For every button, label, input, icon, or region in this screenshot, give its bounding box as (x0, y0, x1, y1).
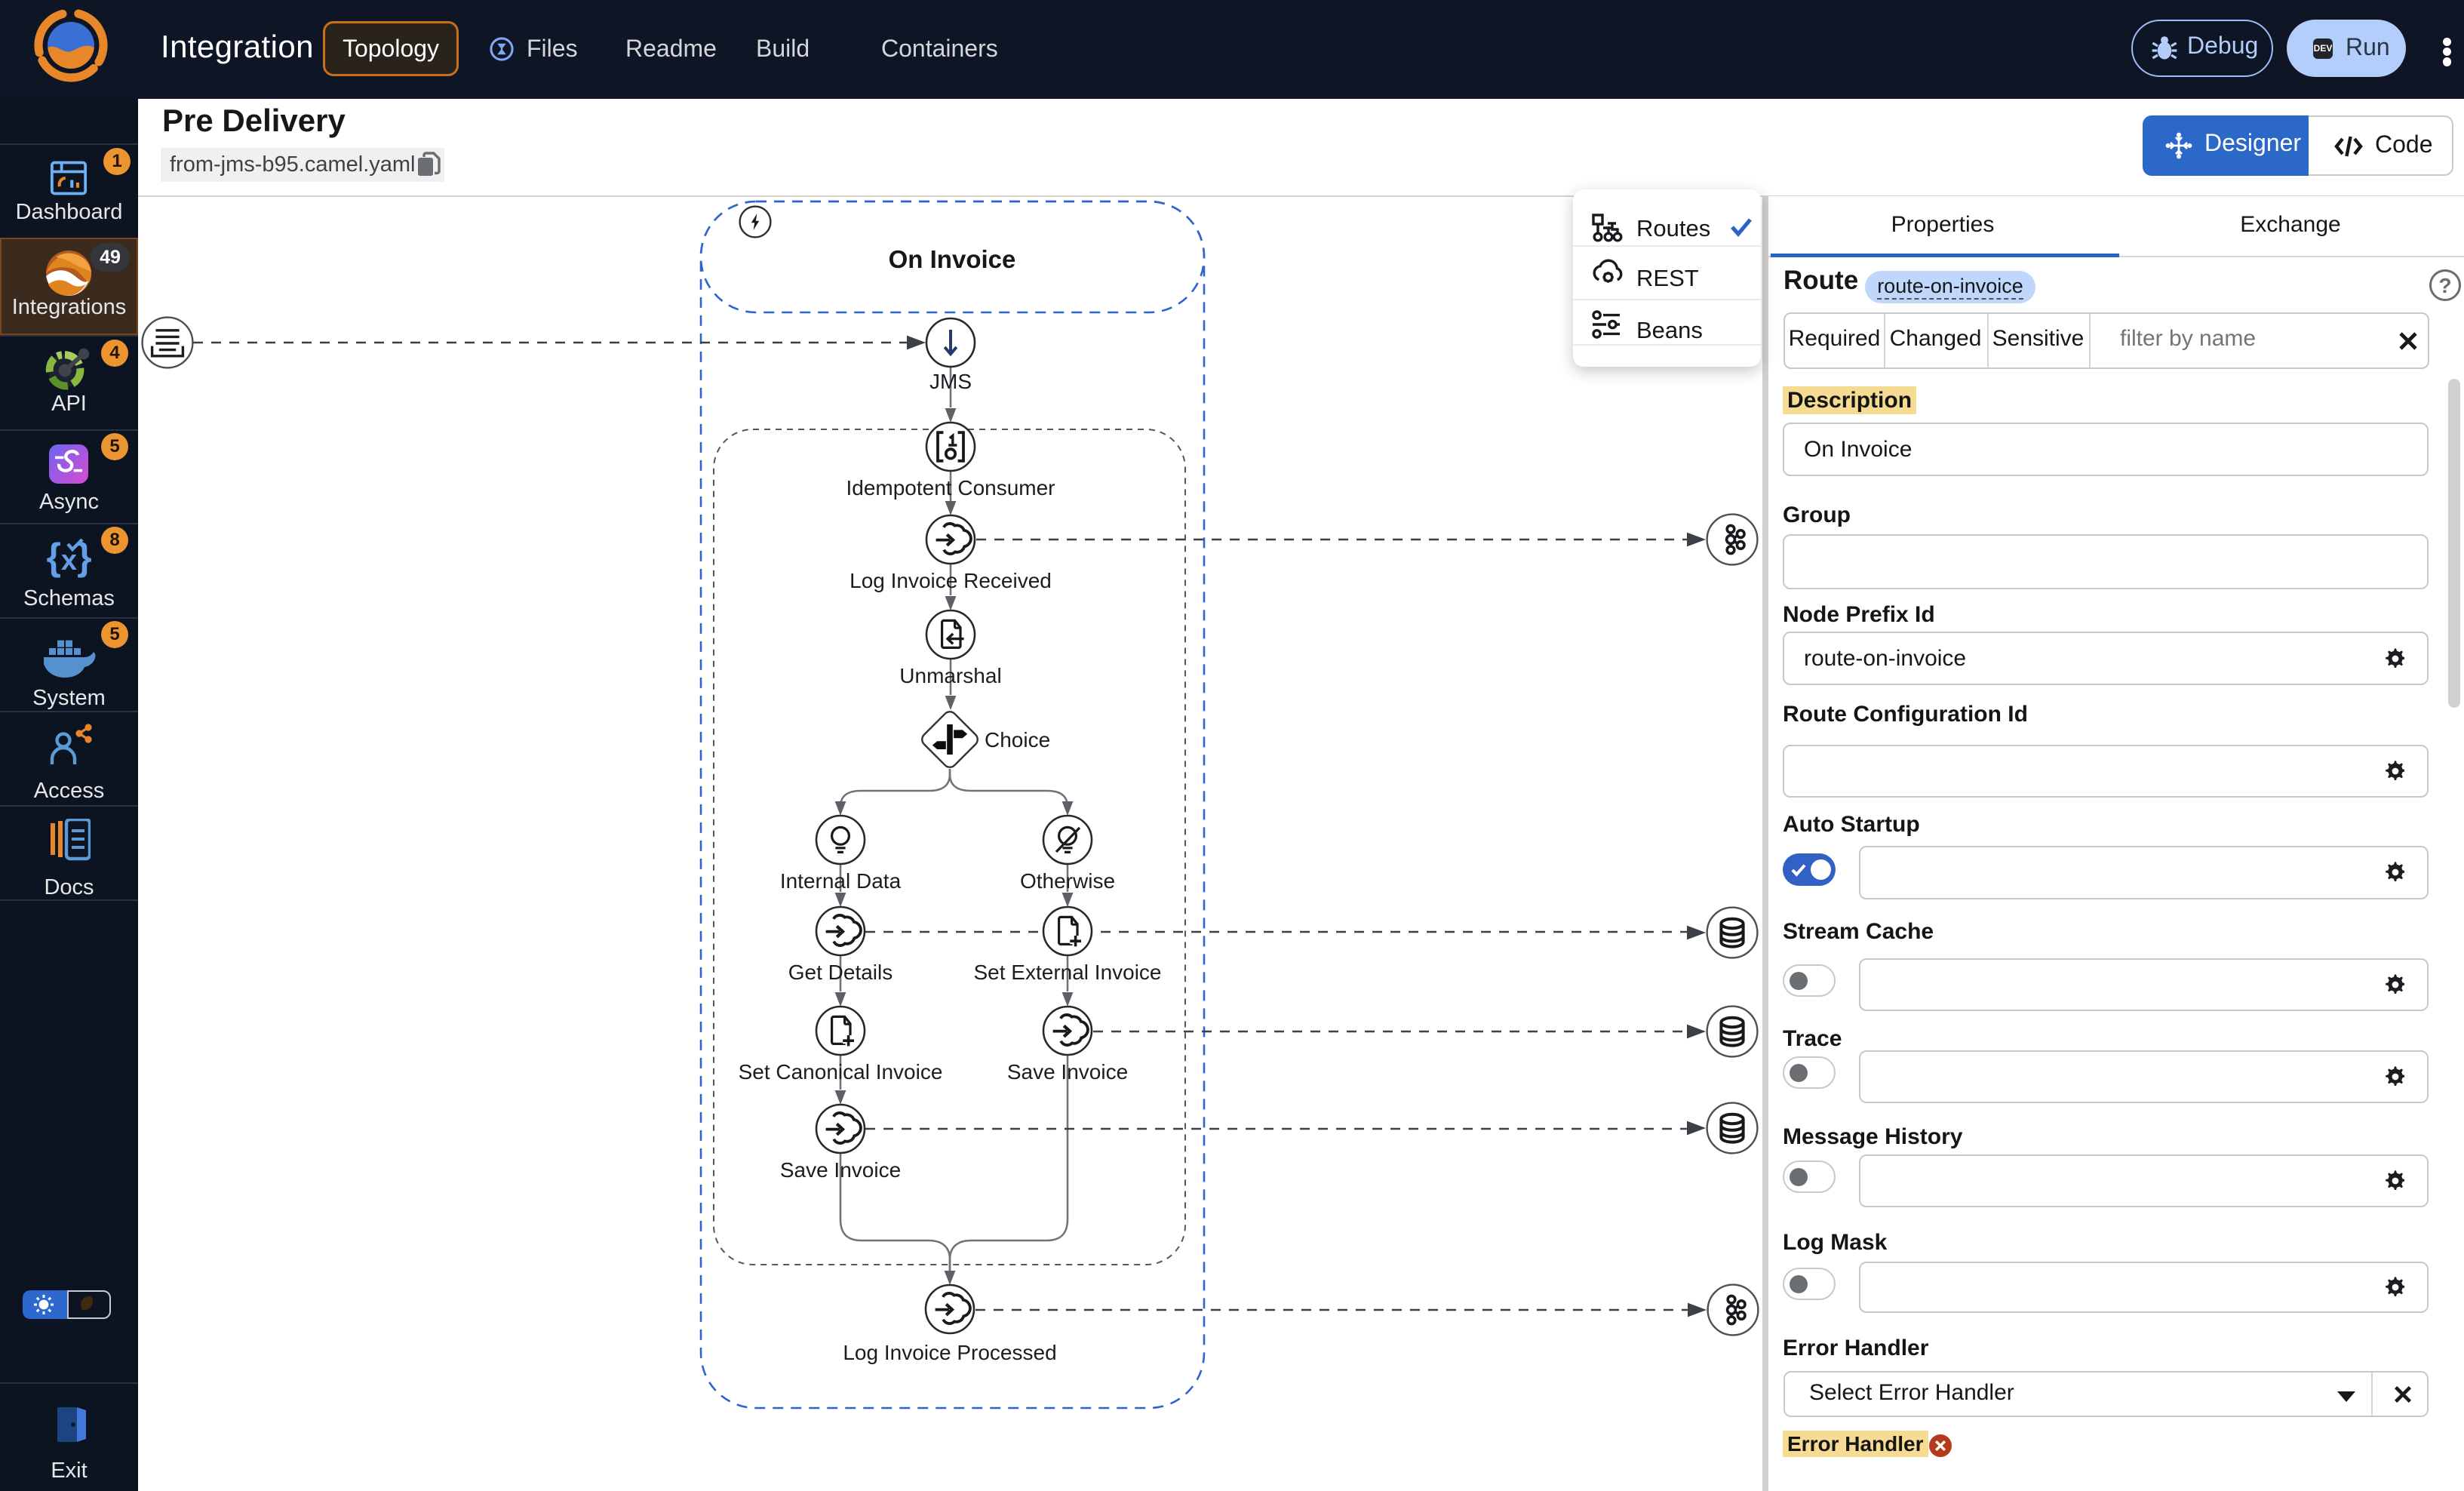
svg-text:Get Details: Get Details (788, 961, 893, 984)
svg-text:Save Invoice: Save Invoice (780, 1158, 901, 1182)
svg-text:Internal Data: Internal Data (780, 869, 902, 893)
svg-text:JMS: JMS (929, 370, 972, 393)
svg-text:Choice: Choice (985, 728, 1050, 752)
svg-text:Idempotent Consumer: Idempotent Consumer (846, 476, 1055, 500)
svg-text:Unmarshal: Unmarshal (899, 664, 1001, 687)
svg-text:Otherwise: Otherwise (1020, 869, 1115, 893)
svg-text:Set Canonical Invoice: Set Canonical Invoice (739, 1060, 943, 1084)
svg-text:On Invoice: On Invoice (889, 245, 1016, 273)
svg-text:Log Invoice Received: Log Invoice Received (849, 569, 1052, 592)
svg-text:Log Invoice Processed: Log Invoice Processed (843, 1341, 1056, 1364)
svg-text:Set External Invoice: Set External Invoice (973, 961, 1161, 984)
svg-text:Save Invoice: Save Invoice (1007, 1060, 1128, 1084)
